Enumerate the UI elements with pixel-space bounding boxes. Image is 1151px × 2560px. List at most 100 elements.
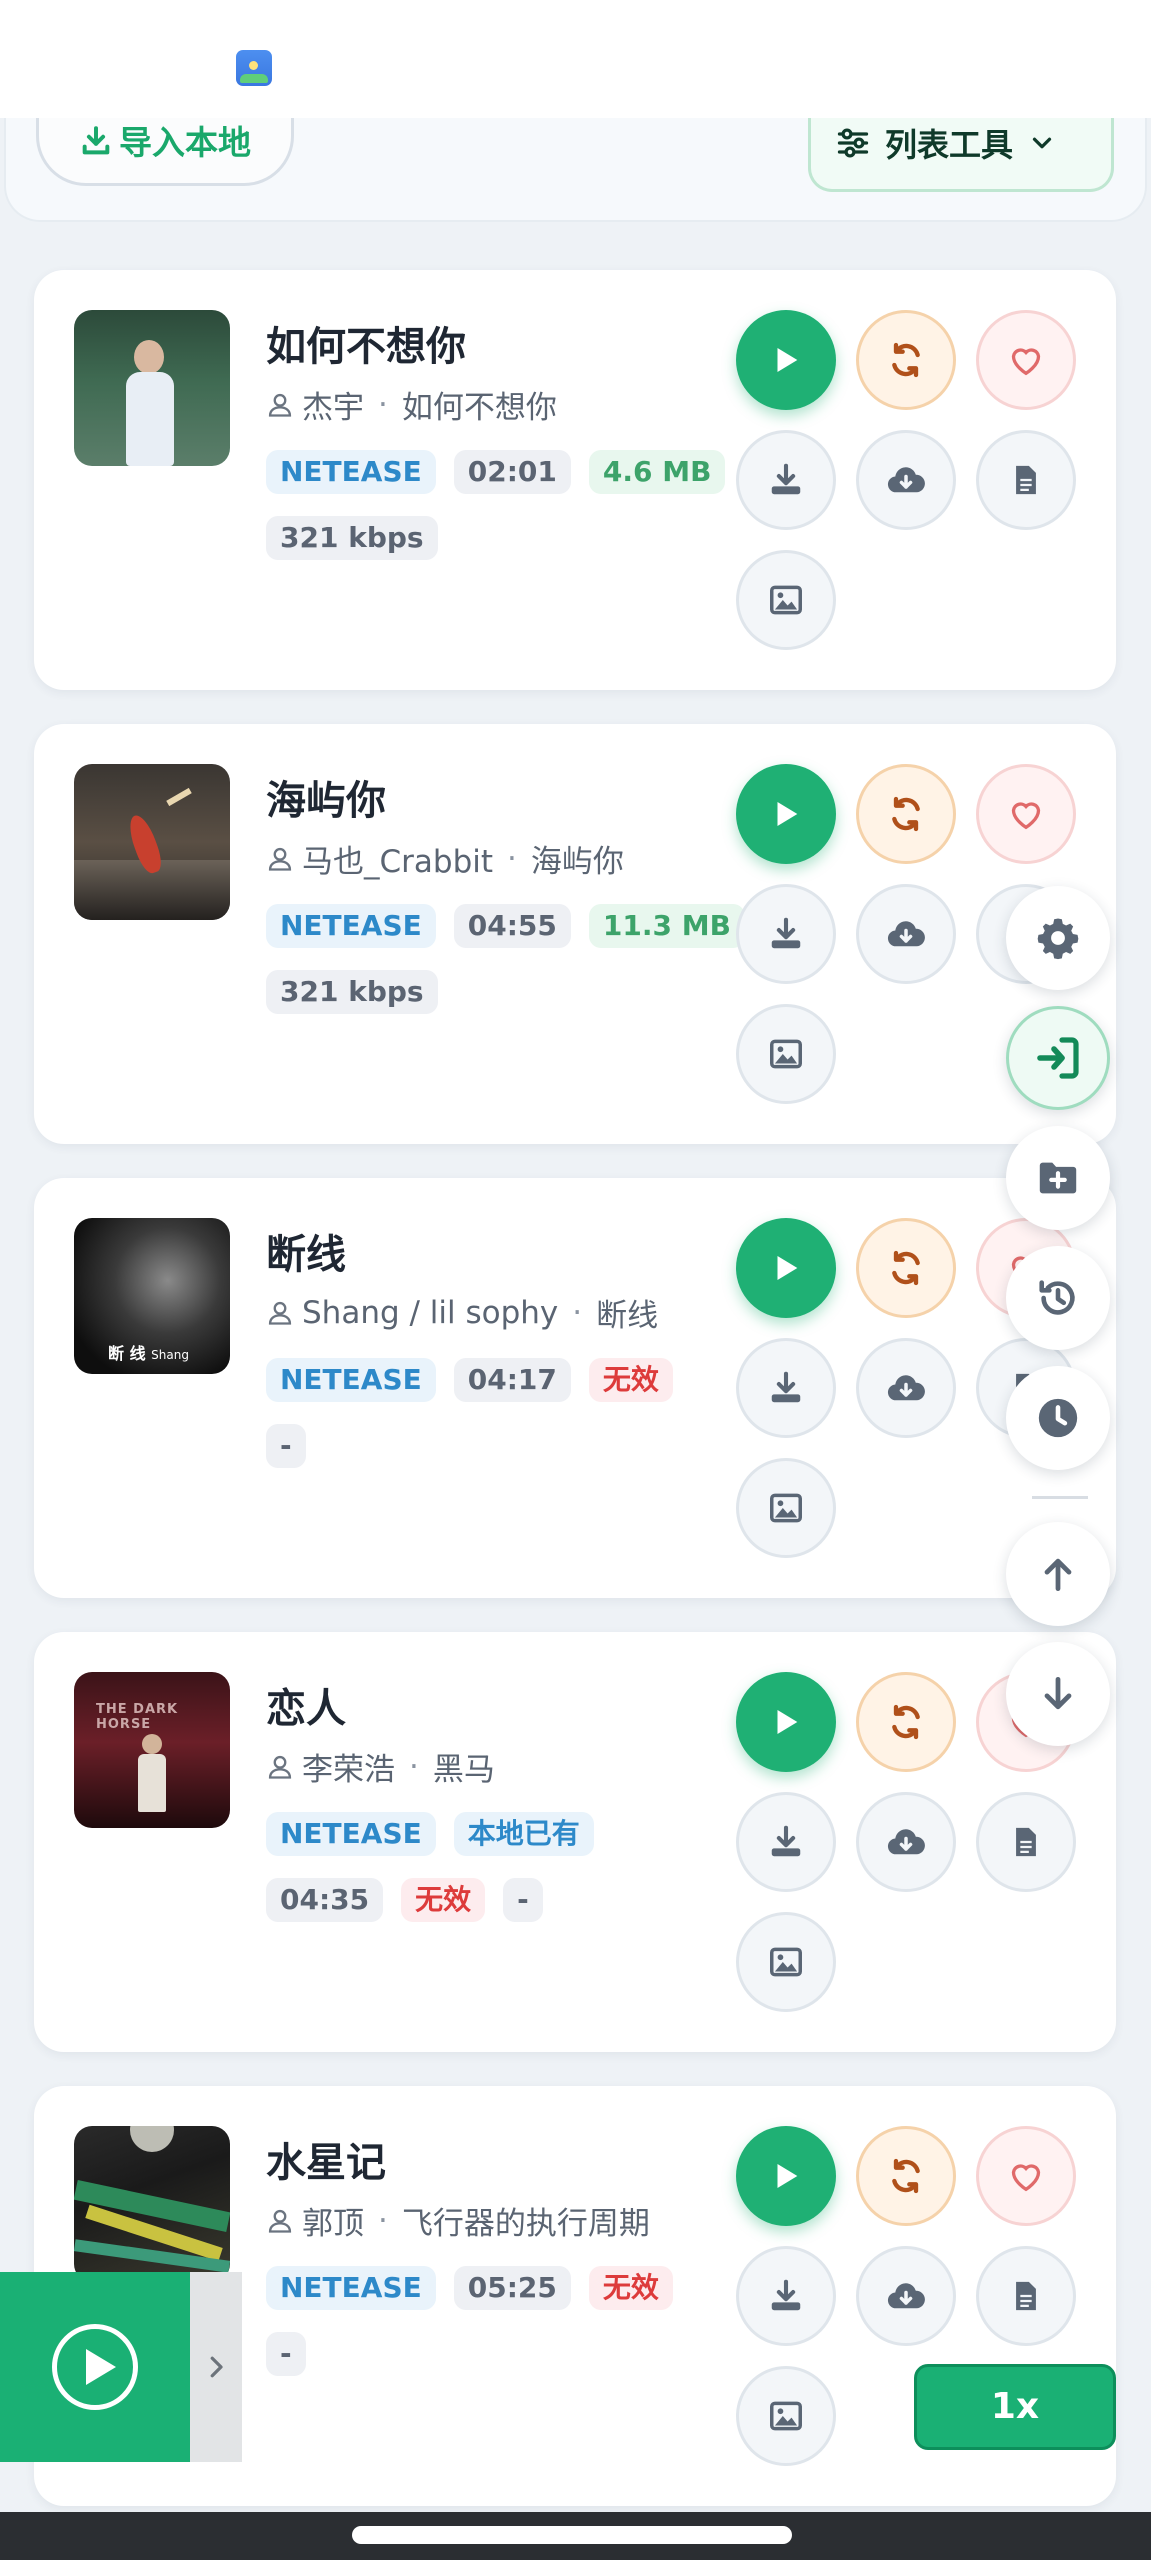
sync-button[interactable]	[856, 1672, 956, 1772]
clock-icon	[1038, 1398, 1078, 1438]
size-tag: 11.3 MB	[588, 904, 745, 948]
song-card[interactable]: THE DARK HORSE 恋人 李荣浩 · 黑马 NETEASE 本地已有 …	[34, 1632, 1116, 2052]
user-icon	[268, 2209, 292, 2233]
album-cover	[74, 2126, 230, 2282]
sync-button[interactable]	[856, 1218, 956, 1318]
folder-plus-icon	[1039, 1162, 1077, 1194]
lyrics-button[interactable]	[976, 2246, 1076, 2346]
import-fab[interactable]	[1006, 1006, 1110, 1110]
separator-dot: ·	[572, 1294, 583, 1331]
tag-row: -	[266, 2332, 306, 2376]
history-fab[interactable]	[1006, 1246, 1110, 1350]
download-button[interactable]	[736, 430, 836, 530]
cloud-download-button[interactable]	[856, 1792, 956, 1892]
document-icon	[1016, 2281, 1036, 2311]
scroll-bottom-fab[interactable]	[1006, 1642, 1110, 1746]
lyrics-button[interactable]	[976, 430, 1076, 530]
tag-row: NETEASE 04:55 11.3 MB	[266, 904, 745, 948]
song-artist: 李荣浩	[302, 1752, 395, 1788]
cloud-download-icon	[887, 467, 925, 493]
tag-row: -	[266, 1424, 306, 1468]
image-icon	[770, 1947, 802, 1977]
arrow-up-icon	[1044, 1558, 1072, 1592]
song-meta: 马也_Crabbit · 海屿你	[266, 836, 624, 881]
arrow-down-icon	[1044, 1676, 1072, 1710]
tag-row: 321 kbps	[266, 516, 438, 560]
cover-image-button[interactable]	[736, 2366, 836, 2466]
sync-icon	[892, 796, 920, 832]
song-title: 恋人	[266, 1686, 346, 1732]
history-icon	[1039, 1280, 1075, 1315]
mini-player[interactable]	[0, 2272, 190, 2462]
song-card[interactable]: 海屿你 马也_Crabbit · 海屿你 NETEASE 04:55 11.3 …	[34, 724, 1116, 1144]
sync-icon	[892, 1250, 920, 1286]
cover-image-button[interactable]	[736, 1004, 836, 1104]
add-folder-fab[interactable]	[1006, 1126, 1110, 1230]
download-button[interactable]	[736, 1792, 836, 1892]
cloud-download-button[interactable]	[856, 884, 956, 984]
play-icon	[777, 1255, 798, 1281]
list-tools-label: 列表工具	[885, 126, 1014, 164]
song-card[interactable]: 如何不想你 杰宇 · 如何不想你 NETEASE 02:01 4.6 MB 32…	[34, 270, 1116, 690]
cloud-download-icon	[887, 2283, 925, 2309]
play-button[interactable]	[736, 1672, 836, 1772]
play-button[interactable]	[736, 1218, 836, 1318]
user-icon	[268, 847, 292, 871]
sliders-icon	[837, 128, 869, 158]
image-icon	[770, 585, 802, 615]
recent-fab[interactable]	[1006, 1366, 1110, 1470]
import-local-label: 导入本地	[119, 123, 251, 162]
lyrics-button[interactable]	[976, 1792, 1076, 1892]
document-icon	[1016, 465, 1036, 495]
separator-dot: ·	[378, 386, 388, 423]
home-indicator[interactable]	[352, 2526, 792, 2544]
song-album: 海屿你	[530, 844, 624, 880]
duration-tag: 04:55	[453, 904, 571, 948]
cover-image-button[interactable]	[736, 1912, 836, 2012]
invalid-tag: 无效	[401, 1878, 486, 1922]
download-button[interactable]	[736, 1338, 836, 1438]
favorite-button[interactable]	[976, 310, 1076, 410]
document-icon	[1016, 1827, 1036, 1857]
source-tag: NETEASE	[266, 1358, 436, 1402]
status-bar	[0, 0, 1151, 118]
cover-image-button[interactable]	[736, 550, 836, 650]
heart-icon	[1011, 802, 1041, 830]
cloud-download-button[interactable]	[856, 1338, 956, 1438]
source-tag: NETEASE	[266, 1812, 436, 1856]
expand-player-button[interactable]	[190, 2272, 242, 2462]
album-cover: THE DARK HORSE	[74, 1672, 230, 1828]
sync-button[interactable]	[856, 764, 956, 864]
song-title: 水星记	[266, 2140, 386, 2186]
cover-image-button[interactable]	[736, 1458, 836, 1558]
download-button[interactable]	[736, 2246, 836, 2346]
tag-row: 321 kbps	[266, 970, 438, 1014]
invalid-tag: 无效	[588, 2266, 673, 2310]
scroll-top-fab[interactable]	[1006, 1522, 1110, 1626]
song-card[interactable]: 断 线 Shang 断线 Shang / lil sophy · 断线 NETE…	[34, 1178, 1116, 1598]
album-cover	[74, 310, 230, 466]
settings-fab[interactable]	[1006, 886, 1110, 990]
favorite-button[interactable]	[976, 764, 1076, 864]
sync-button[interactable]	[856, 310, 956, 410]
sync-button[interactable]	[856, 2126, 956, 2226]
tag-row: NETEASE 02:01 4.6 MB	[266, 450, 726, 494]
favorite-button[interactable]	[976, 2126, 1076, 2226]
sync-icon	[892, 1704, 920, 1740]
download-button[interactable]	[736, 884, 836, 984]
sign-in-icon	[1037, 1037, 1079, 1079]
song-album: 如何不想你	[401, 390, 557, 426]
play-button[interactable]	[736, 310, 836, 410]
play-button[interactable]	[736, 2126, 836, 2226]
cloud-download-button[interactable]	[856, 430, 956, 530]
cloud-download-button[interactable]	[856, 2246, 956, 2346]
song-album: 黑马	[432, 1752, 495, 1788]
play-circle-icon[interactable]	[52, 2324, 138, 2410]
song-album: 断线	[596, 1298, 659, 1334]
play-button[interactable]	[736, 764, 836, 864]
playback-speed-button[interactable]: 1x	[914, 2364, 1116, 2450]
download-icon	[771, 463, 801, 495]
play-icon	[777, 801, 798, 827]
cloud-download-icon	[887, 921, 925, 947]
song-meta: 杰宇 · 如何不想你	[266, 382, 557, 427]
